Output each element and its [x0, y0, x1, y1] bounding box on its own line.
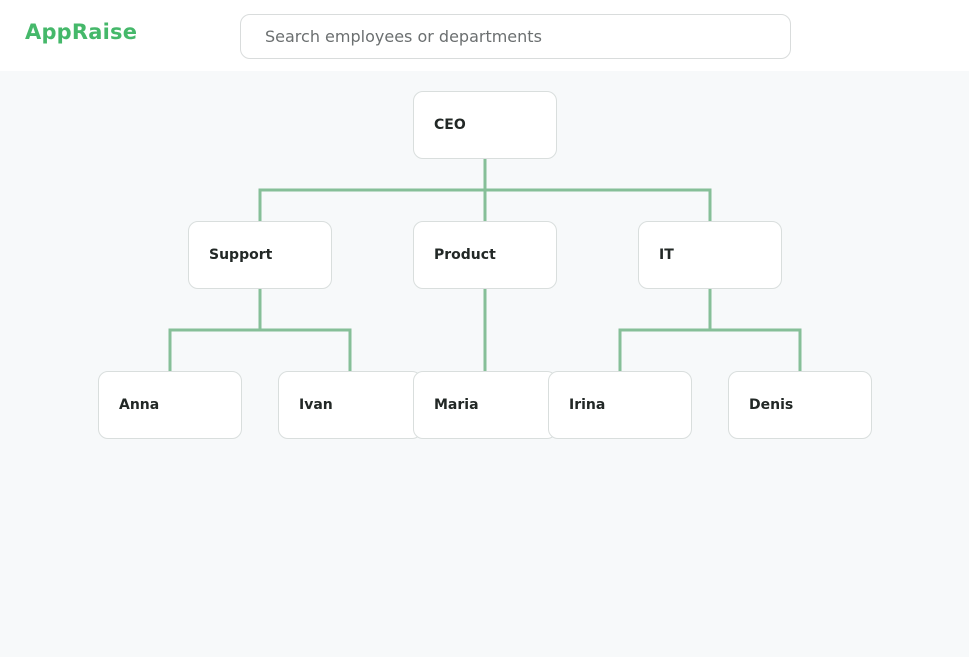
- org-node-label: Denis: [749, 397, 794, 413]
- org-node-product[interactable]: Product: [413, 221, 557, 289]
- search-input[interactable]: [240, 14, 791, 59]
- org-node-label: Ivan: [299, 397, 333, 413]
- org-node-it[interactable]: IT: [638, 221, 782, 289]
- org-node-maria[interactable]: Maria: [413, 371, 557, 439]
- org-node-label: Anna: [119, 397, 160, 413]
- top-bar: AppRaise: [0, 0, 969, 71]
- org-node-label: IT: [659, 247, 674, 263]
- org-node-ivan[interactable]: Ivan: [278, 371, 422, 439]
- org-node-label: Maria: [434, 397, 479, 413]
- app-logo[interactable]: AppRaise: [25, 20, 137, 44]
- org-node-support[interactable]: Support: [188, 221, 332, 289]
- org-node-denis[interactable]: Denis: [728, 371, 872, 439]
- org-node-label: CEO: [434, 117, 466, 133]
- org-node-label: Support: [209, 247, 273, 263]
- org-node-label: Product: [434, 247, 496, 263]
- org-node-anna[interactable]: Anna: [98, 371, 242, 439]
- org-node-ceo[interactable]: CEO: [413, 91, 557, 159]
- org-node-label: Irina: [569, 397, 606, 413]
- org-node-irina[interactable]: Irina: [548, 371, 692, 439]
